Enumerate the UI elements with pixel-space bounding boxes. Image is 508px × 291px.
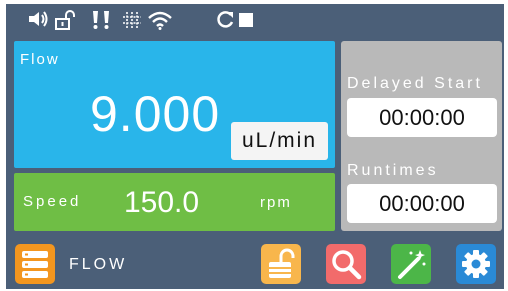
flow-label: Flow — [20, 51, 60, 68]
magic-wand-icon — [398, 250, 426, 279]
unlock-icon — [269, 248, 295, 278]
stop-icon[interactable] — [238, 12, 254, 28]
speed-label: Speed — [23, 193, 82, 210]
search-button[interactable] — [326, 244, 366, 284]
speed-panel[interactable]: Speed 150.0 rpm — [14, 173, 335, 231]
search-icon — [332, 250, 362, 280]
status-bar — [6, 4, 504, 36]
flow-value[interactable]: 9.000 — [90, 85, 220, 143]
menu-list-icon — [22, 251, 48, 278]
wifi-icon — [148, 11, 172, 30]
hash-icon — [123, 12, 141, 28]
speed-unit: rpm — [260, 194, 292, 211]
flow-panel[interactable]: Flow 9.000 uL/min — [14, 41, 335, 168]
speed-value[interactable]: 150.0 — [124, 186, 199, 220]
speaker-icon — [29, 11, 48, 27]
lock-button[interactable] — [261, 244, 301, 284]
unlock-icon[interactable] — [55, 10, 75, 30]
menu-button[interactable] — [15, 244, 55, 284]
refresh-icon[interactable] — [215, 10, 235, 30]
runtimes-field[interactable]: 00:00:00 — [347, 184, 497, 223]
delayed-start-label: Delayed Start — [347, 75, 483, 92]
timer-panel: Delayed Start 00:00:00 Runtimes 00:00:00 — [341, 41, 502, 231]
bottom-bar: FLOW — [6, 236, 504, 289]
device-screen: Flow 9.000 uL/min Speed 150.0 rpm Delaye… — [6, 4, 504, 289]
gear-icon — [462, 250, 490, 278]
mode-label: FLOW — [69, 256, 128, 273]
runtimes-label: Runtimes — [347, 162, 439, 179]
delayed-start-field[interactable]: 00:00:00 — [347, 98, 497, 137]
settings-button[interactable] — [456, 244, 496, 284]
wizard-button[interactable] — [391, 244, 431, 284]
flow-unit-button[interactable]: uL/min — [231, 122, 328, 160]
alert-icon — [93, 11, 109, 29]
